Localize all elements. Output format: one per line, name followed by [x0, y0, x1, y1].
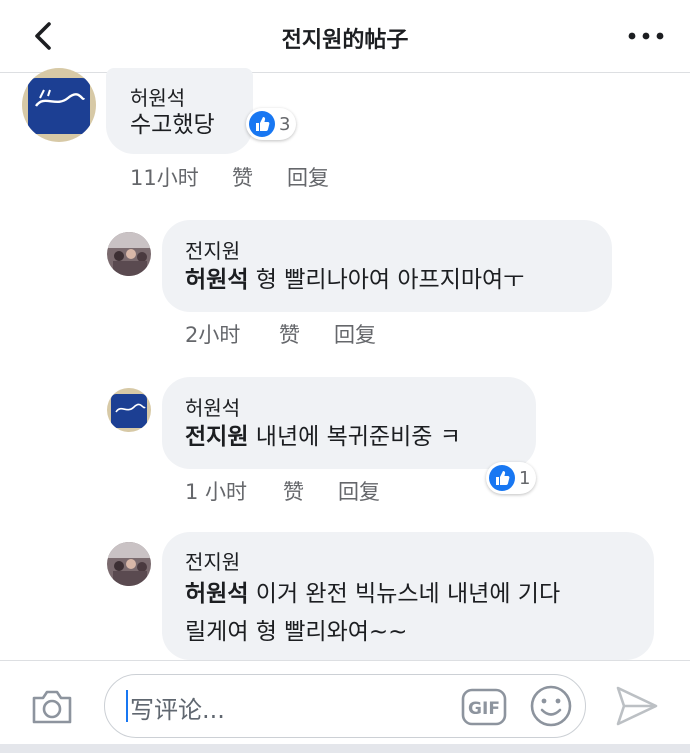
- comment-time: 1 小时: [185, 480, 248, 504]
- comment-time: 11小时: [130, 166, 199, 190]
- avatar[interactable]: [107, 542, 151, 586]
- text-caret: [126, 690, 128, 722]
- emoji-icon[interactable]: [529, 684, 573, 728]
- reaction-count: 1: [519, 467, 531, 489]
- comment-body: 형 빨리나아여 아프지마여ㅜ: [248, 267, 525, 293]
- comment-author[interactable]: 허원석: [185, 392, 240, 421]
- mention-link[interactable]: 전지원: [185, 424, 248, 450]
- comment-placeholder: 写评论...: [130, 696, 225, 724]
- bottom-bar: [0, 744, 690, 753]
- comment-body-line2: 릴게여 형 빨리와여~~: [185, 619, 408, 645]
- avatar[interactable]: [107, 388, 151, 432]
- like-icon: [489, 465, 515, 491]
- comment-body-line1: 이거 완전 빅뉴스네 내년에 기다: [248, 581, 561, 607]
- like-icon: [249, 111, 275, 137]
- header: 전지원的帖子: [0, 0, 690, 73]
- mention-link[interactable]: 허원석: [185, 267, 248, 293]
- reply-button[interactable]: 回复: [287, 162, 329, 192]
- comment-text: 전지원 내년에 복귀준비중 ㅋ: [185, 418, 461, 456]
- comment-text: 허원석 이거 완전 빅뉴스네 내년에 기다 릴게여 형 빨리와여~~: [185, 575, 560, 651]
- like-button[interactable]: 赞: [283, 476, 304, 506]
- avatar[interactable]: [22, 68, 96, 142]
- reply-button[interactable]: 回复: [334, 319, 376, 349]
- comment-meta: 11小时: [130, 162, 199, 192]
- like-button[interactable]: 赞: [232, 162, 253, 192]
- reply-button[interactable]: 回复: [338, 476, 380, 506]
- avatar[interactable]: [107, 232, 151, 276]
- reaction-badge[interactable]: 1: [486, 462, 537, 494]
- comment-text: 수고했당: [130, 112, 215, 138]
- reaction-badge[interactable]: 3: [246, 108, 297, 140]
- like-button[interactable]: 赞: [279, 319, 300, 349]
- mention-link[interactable]: 허원석: [185, 581, 248, 607]
- camera-icon[interactable]: [30, 686, 74, 726]
- comment-author[interactable]: 전지원: [185, 546, 240, 575]
- more-icon[interactable]: [626, 28, 666, 44]
- comment-body: 내년에 복귀준비중 ㅋ: [248, 424, 461, 450]
- comment-text: 허원석 형 빨리나아여 아프지마여ㅜ: [185, 261, 524, 299]
- gif-label: GIF: [468, 699, 500, 719]
- comment-time: 2小时: [185, 323, 241, 347]
- reaction-count: 3: [279, 113, 291, 135]
- page-title: 전지원的帖子: [281, 28, 409, 53]
- comment-author[interactable]: 전지원: [185, 235, 240, 264]
- send-icon[interactable]: [614, 684, 660, 728]
- gif-icon[interactable]: GIF: [461, 688, 507, 726]
